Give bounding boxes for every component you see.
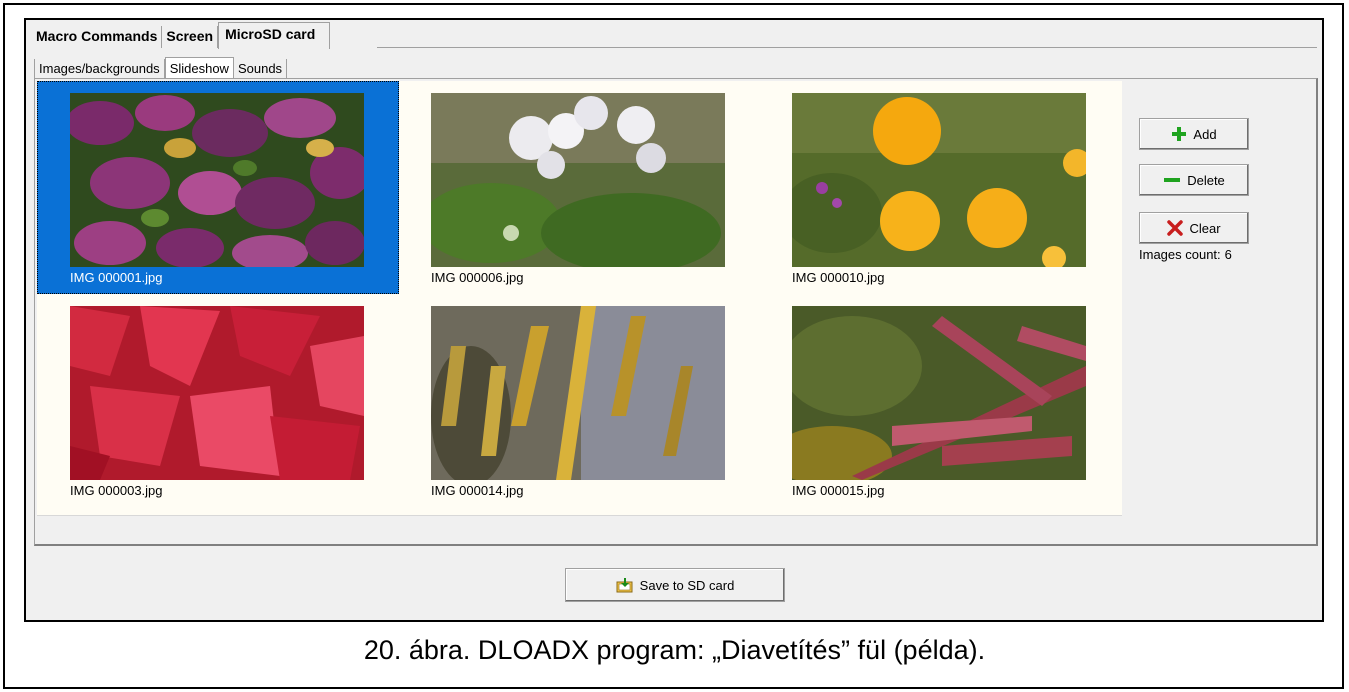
images-count-label: Images count: [1139, 247, 1221, 262]
save-to-sd-card-button[interactable]: Save to SD card [565, 568, 785, 602]
image-gallery[interactable]: IMG 000001.jpg IMG 000006.jpg IMG 000010… [37, 81, 1122, 515]
tab-strip-divider [377, 47, 1317, 48]
plus-icon [1172, 127, 1187, 141]
images-count-value: 6 [1224, 247, 1232, 262]
gallery-footer [37, 515, 1122, 543]
image-filename: IMG 000014.jpg [431, 483, 524, 498]
image-thumbnail [431, 93, 725, 267]
image-filename: IMG 000006.jpg [431, 270, 524, 285]
gallery-item[interactable]: IMG 000001.jpg [37, 81, 399, 294]
save-folder-icon [616, 578, 633, 593]
image-thumbnail [792, 306, 1086, 480]
images-count: Images count: 6 [1139, 247, 1232, 262]
clear-button-label: Clear [1189, 220, 1221, 236]
clear-button[interactable]: Clear [1139, 212, 1249, 244]
figure-caption: 20. ábra. DLOADX program: „Diavetítés” f… [363, 635, 986, 665]
delete-button[interactable]: Delete [1139, 164, 1249, 196]
tab-microsd-card[interactable]: MicroSD card [218, 22, 331, 49]
image-filename: IMG 000001.jpg [70, 270, 163, 285]
tab-sounds[interactable]: Sounds [234, 59, 288, 79]
image-filename: IMG 000003.jpg [70, 483, 163, 498]
gallery-item[interactable]: IMG 000003.jpg [37, 294, 399, 507]
gallery-item[interactable]: IMG 000010.jpg [759, 81, 1121, 294]
tab-macro-commands[interactable]: Macro Commands [32, 26, 163, 48]
red-x-icon [1167, 220, 1184, 236]
main-tab-strip: Macro Commands Screen MicroSD card [32, 22, 331, 49]
image-thumbnail [431, 306, 725, 480]
gallery-item[interactable]: IMG 000006.jpg [398, 81, 760, 294]
image-thumbnail [792, 93, 1086, 267]
image-filename: IMG 000015.jpg [792, 483, 885, 498]
image-filename: IMG 000010.jpg [792, 270, 885, 285]
tab-slideshow[interactable]: Slideshow [164, 57, 234, 80]
slideshow-panel: IMG 000001.jpg IMG 000006.jpg IMG 000010… [34, 78, 1318, 546]
delete-button-label: Delete [1187, 172, 1225, 188]
tab-screen[interactable]: Screen [162, 26, 219, 48]
gallery-item[interactable]: IMG 000014.jpg [398, 294, 760, 507]
add-button[interactable]: Add [1139, 118, 1249, 150]
save-button-label: Save to SD card [639, 577, 735, 593]
add-button-label: Add [1193, 126, 1217, 142]
gallery-item[interactable]: IMG 000015.jpg [759, 294, 1121, 507]
image-thumbnail [70, 93, 364, 267]
minus-icon [1164, 178, 1181, 182]
image-thumbnail [70, 306, 364, 480]
sub-tab-strip: Images/backgrounds Slideshow Sounds [34, 57, 288, 80]
tab-images-backgrounds[interactable]: Images/backgrounds [34, 59, 165, 79]
dloadx-window: Macro Commands Screen MicroSD card Image… [24, 18, 1324, 622]
